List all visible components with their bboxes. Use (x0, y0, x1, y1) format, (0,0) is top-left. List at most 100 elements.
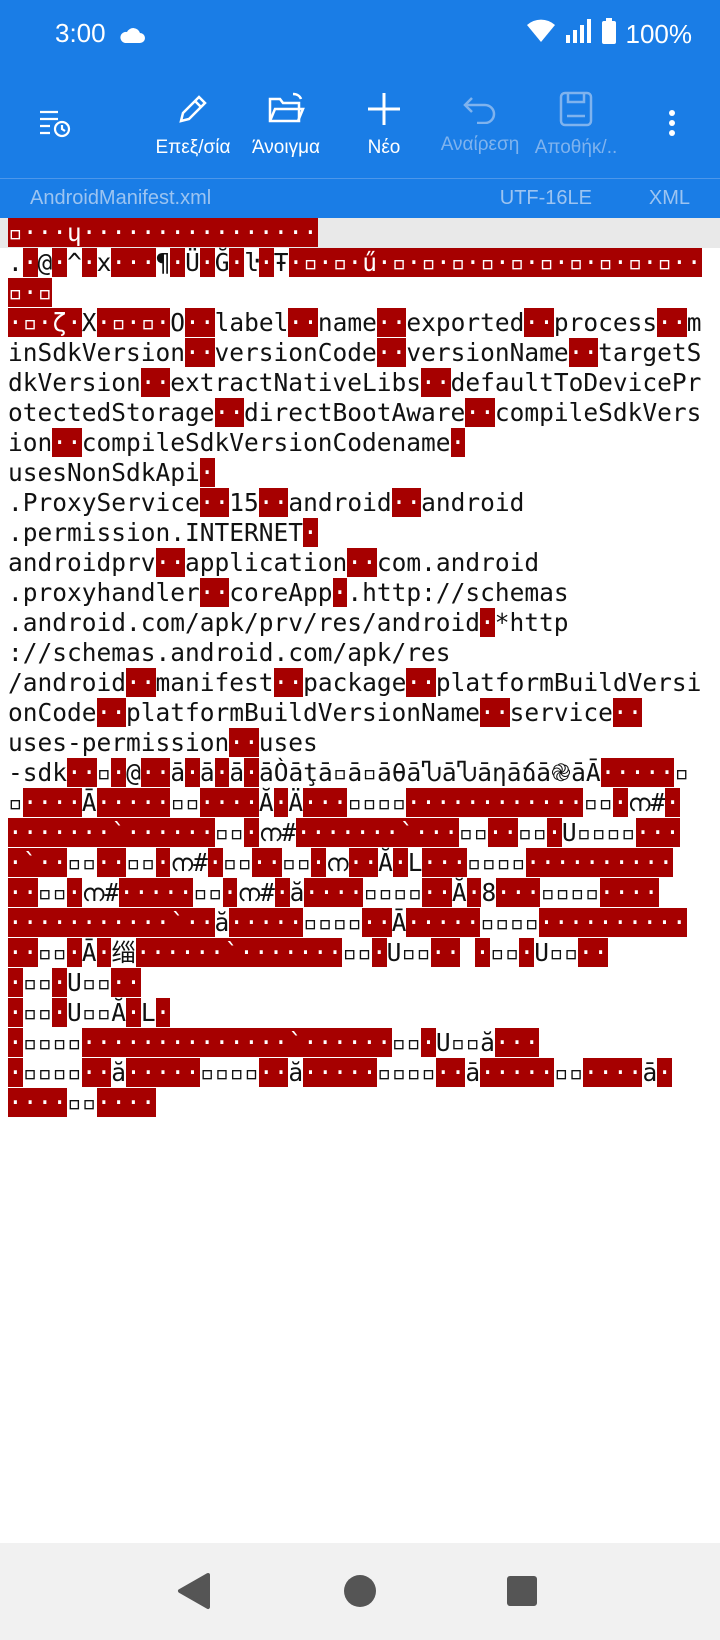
binary-byte-run: ·· (376, 338, 407, 367)
edit-label: Επεξ/σία (155, 137, 231, 158)
binary-byte-run: · (274, 878, 290, 907)
text-run: ¶ (155, 248, 171, 277)
text-run: ന# (81, 878, 120, 907)
text-run: Ă (258, 788, 274, 817)
binary-byte-run: ·· (81, 1058, 112, 1087)
binary-byte-run: ··· (494, 1028, 540, 1057)
new-button[interactable]: Νέο (352, 72, 416, 178)
binary-byte-run: · (214, 758, 230, 787)
binary-byte-run: · (229, 248, 245, 277)
syntax-selector[interactable]: XML (649, 187, 690, 210)
binary-byte-run: ·· (391, 488, 422, 517)
binary-byte-run: ·· (568, 338, 599, 367)
open-button[interactable]: Άνοιγμα (246, 72, 326, 178)
text-run: Χ (81, 308, 97, 337)
binary-byte-run: ·· (422, 878, 452, 907)
text-run: Ä (288, 788, 304, 817)
text-run: Ā (81, 788, 97, 817)
text-run: ŀ (244, 248, 259, 277)
text-run: ▫▫ (489, 938, 520, 967)
binary-byte-run: · (244, 758, 259, 787)
binary-byte-run: · (52, 998, 68, 1027)
edit-button[interactable]: Επεξ/σία (148, 72, 238, 178)
binary-byte-run: · (199, 248, 215, 277)
binary-byte-run: ·· (67, 758, 97, 787)
binary-byte-run: · (421, 1028, 436, 1057)
text-run: @ (37, 248, 53, 277)
text-run: ▫▫ (458, 818, 489, 847)
text-run: Ğ (214, 248, 230, 277)
text-run: ▫▫▫▫ (22, 1028, 82, 1057)
text-run: ▫▫ (281, 848, 312, 877)
wifi-icon (526, 19, 556, 50)
more-button[interactable] (652, 72, 692, 178)
binary-byte-run: · (207, 848, 223, 877)
text-run: extractNativeLibs (170, 368, 422, 397)
binary-byte-run: · (170, 248, 186, 277)
binary-byte-run: · (199, 458, 215, 487)
binary-byte-run: · (155, 848, 171, 877)
binary-byte-run: · (258, 248, 274, 277)
text-run: package (303, 668, 407, 697)
encoding-selector[interactable]: UTF-16LE (500, 187, 592, 210)
text-run: ▫▫ (391, 1028, 422, 1057)
text-run: @ (126, 758, 141, 787)
recent-files-icon (38, 108, 72, 142)
back-icon[interactable] (176, 1572, 212, 1614)
binary-byte-run: ·· (140, 368, 171, 397)
file-name: AndroidManifest.xml (30, 187, 212, 209)
text-run: ā (199, 758, 215, 787)
text-run: L (140, 998, 156, 1027)
binary-byte-run: · (81, 248, 97, 277)
text-run: ▫▫ (214, 818, 245, 847)
text-run: āÒāţā▫ā▫āθāჀāჀāηāճā֎āĀ (258, 758, 601, 787)
text-run: .ProxyService (8, 488, 200, 517)
undo-label: Αναίρεση (440, 134, 520, 155)
binary-byte-run: ··· (496, 878, 541, 907)
file-info-bar: AndroidManifest.xml UTF-16LE XML (0, 178, 720, 219)
recent-files-button[interactable] (30, 72, 80, 178)
open-label: Άνοιγμα (251, 137, 321, 158)
binary-byte-run: ·· (214, 398, 245, 427)
text-run: ▫▫ (126, 848, 156, 877)
binary-byte-run: ·· (199, 578, 230, 607)
binary-byte-run: · (52, 968, 68, 997)
recents-icon[interactable] (507, 1576, 537, 1610)
binary-byte-run: ··· (111, 248, 156, 277)
text-run: 缁 (111, 938, 136, 967)
text-run: ^ (67, 248, 82, 277)
editor-content[interactable]: ▫···ɥ················ .·@·^·x···¶·Ü·Ğ·ŀ·… (8, 218, 712, 1118)
binary-byte-run: · (8, 998, 23, 1027)
binary-byte-run: · (466, 878, 482, 907)
binary-byte-run: ·· (258, 1058, 289, 1087)
text-run: U▫▫ă (435, 1028, 495, 1057)
binary-byte-run: ·· (258, 488, 289, 517)
text-run: 8 (481, 878, 497, 907)
binary-byte-run: · (67, 878, 82, 907)
text-run: android (288, 488, 392, 517)
text-run: ന# (627, 788, 666, 817)
text-run: Ā (391, 908, 407, 937)
binary-byte-run: · (273, 788, 289, 817)
text-run: Ă (451, 878, 467, 907)
text-run: ā (229, 758, 245, 787)
text-run (460, 938, 475, 967)
binary-byte-run: ·· (376, 308, 407, 337)
text-run: U▫▫Ă (67, 998, 127, 1027)
save-button[interactable]: Αποθήκ/.. (530, 72, 622, 178)
binary-byte-run: · (311, 848, 326, 877)
text-run: ▫▫▫▫ (466, 848, 526, 877)
text-run: ▫▫▫▫ (347, 788, 407, 817)
text-run: ▫▫▫▫ (363, 878, 423, 907)
text-run: U▫▫ (534, 938, 579, 967)
text-run: coreApp (229, 578, 333, 607)
more-vert-icon (668, 109, 676, 141)
home-icon[interactable] (343, 1574, 377, 1612)
binary-byte-run: ·· (480, 698, 510, 727)
binary-byte-run: · (126, 998, 141, 1027)
text-editor[interactable]: ▫···ɥ················ .·@·^·x···¶·Ü·Ğ·ŀ·… (0, 218, 720, 1543)
binary-byte-run: ·▫·▫· (96, 308, 171, 337)
undo-button[interactable]: Αναίρεση (434, 72, 526, 178)
text-run: Ă (378, 848, 393, 877)
binary-byte-run: ···· (583, 1058, 643, 1087)
